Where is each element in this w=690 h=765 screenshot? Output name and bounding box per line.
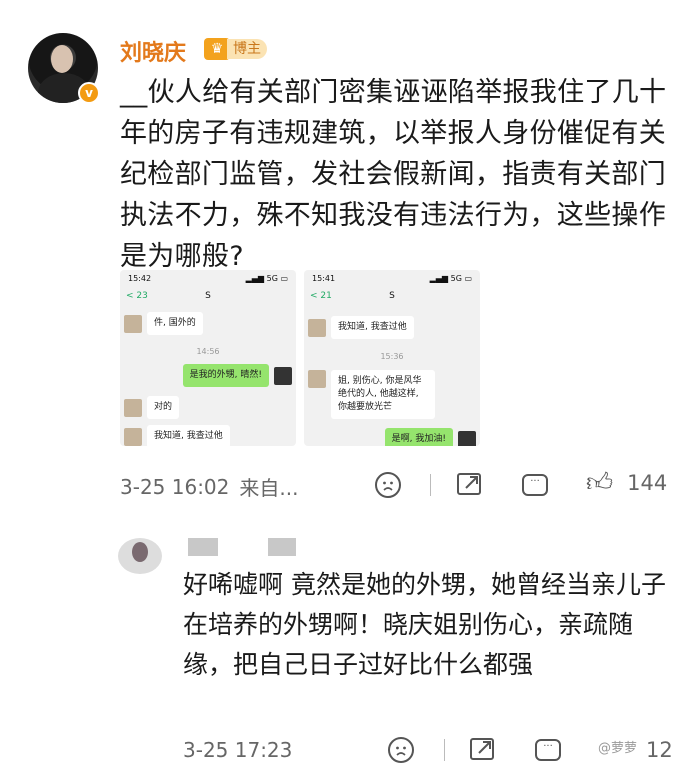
my-avatar <box>458 430 476 446</box>
comment-button[interactable]: ··· <box>522 474 548 496</box>
reply-like-count: 12 <box>646 738 673 762</box>
like-button[interactable]: 👍︎ 144 <box>586 470 667 496</box>
blogger-badge-label: 博主 <box>227 39 267 59</box>
comment-icon: ··· <box>522 474 548 496</box>
watermark: @萝萝 <box>598 741 638 756</box>
chat-message: 姐, 别伤心, 你是风华绝代的人, 他越这样, 你越要放光芒 <box>308 370 435 419</box>
verified-badge-icon: v <box>78 82 100 104</box>
status-time: 15:41 <box>312 274 336 283</box>
signal-icon: ▂▄▆ 5G ▭ <box>429 274 472 283</box>
comment-icon: ··· <box>535 739 561 761</box>
signal-icon: ▂▄▆ 5G ▭ <box>245 274 288 283</box>
reply-comment-button[interactable]: ··· <box>535 739 561 761</box>
blurred-username <box>268 538 296 556</box>
chat-contact: S <box>205 291 211 301</box>
blurred-username <box>188 538 218 556</box>
status-time: 15:42 <box>128 274 152 283</box>
reply-dislike-button[interactable] <box>388 737 414 763</box>
reply-meta: 3-25 17:23 <box>183 738 292 762</box>
post-source[interactable]: 来自... <box>239 472 298 501</box>
chat-time: 14:56 <box>196 347 220 356</box>
chat-message: 对的 <box>124 396 180 419</box>
like-count: 144 <box>627 471 668 495</box>
sad-face-icon <box>375 472 401 498</box>
post-text: __伙人给有关部门密集诬诬陷举报我住了几十年的房子有违规建筑，以举报人身份催促有… <box>120 77 667 272</box>
username[interactable]: 刘晓庆 <box>120 35 186 67</box>
dislike-button[interactable] <box>375 472 401 498</box>
contact-avatar <box>124 398 142 417</box>
chat-contact: S <box>389 291 395 301</box>
contact-avatar <box>124 427 142 446</box>
chat-message: 我知道, 我查过他 <box>308 316 414 339</box>
reply-timestamp: 3-25 17:23 <box>183 738 293 762</box>
thumbs-up-icon: 👍︎ <box>586 468 614 498</box>
reply-user-avatar[interactable] <box>118 538 162 574</box>
post-meta: 3-25 16:02 来自... <box>120 472 298 501</box>
reply-text: 好唏嘘啊 竟然是她的外甥，她曾经当亲儿子在培养的外甥啊！晓庆姐别伤心，亲疏随缘，… <box>183 570 666 679</box>
chat-screenshot-1[interactable]: 15:42 ▂▄▆ 5G ▭ < 23 S 件, 国外的 14:56 是我的外甥… <box>120 270 296 446</box>
post-timestamp: 3-25 16:02 <box>120 474 230 499</box>
chat-time: 15:36 <box>380 352 404 361</box>
chat-message: 我知道, 我查过他 <box>124 425 230 446</box>
chat-message: 是啊, 我加油! <box>384 428 476 446</box>
sad-face-icon <box>388 737 414 763</box>
my-avatar <box>274 366 292 385</box>
chat-message: 件, 国外的 <box>124 312 203 335</box>
share-icon <box>457 473 481 495</box>
contact-avatar <box>308 370 326 388</box>
share-button[interactable] <box>457 473 481 495</box>
blogger-badge: ♛ 博主 <box>204 37 267 61</box>
chat-screenshot-2[interactable]: 15:41 ▂▄▆ 5G ▭ < 21 S 我知道, 我查过他 15:36 姐,… <box>304 270 480 446</box>
reply-share-button[interactable] <box>470 738 494 760</box>
contact-avatar <box>124 314 142 333</box>
share-icon <box>470 738 494 760</box>
chat-message: 是我的外甥, 晴然! <box>182 364 292 387</box>
contact-avatar <box>308 318 326 337</box>
